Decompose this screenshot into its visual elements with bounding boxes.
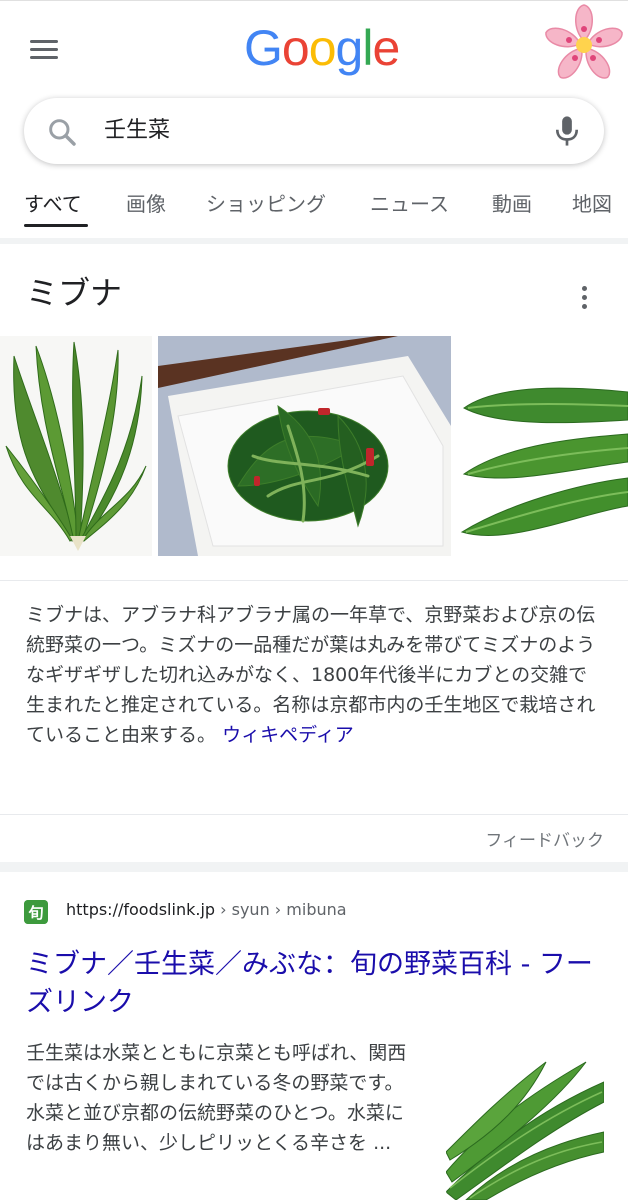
tab-videos[interactable]: 動画 — [492, 188, 532, 217]
svg-text:旬: 旬 — [27, 904, 43, 922]
section-separator — [0, 862, 628, 872]
microphone-icon[interactable] — [552, 114, 582, 148]
foodslink-favicon: 旬 — [24, 900, 48, 924]
divider — [0, 580, 628, 581]
tab-all[interactable]: すべて — [24, 188, 82, 217]
mibuna-dish-photo[interactable] — [158, 336, 451, 556]
mibuna-leaves-photo[interactable] — [458, 336, 628, 556]
knowledge-panel-description: ミブナは、アブラナ科アブラナ属の一年草で、京野菜および京の伝統野菜の一つ。ミズナ… — [26, 600, 606, 750]
result-snippet: 壬生菜は水菜とともに京菜とも呼ばれ、関西では古くから親しまれている冬の野菜です。… — [26, 1042, 407, 1154]
cherry-blossom-avatar[interactable] — [538, 3, 628, 89]
google-logo[interactable]: Google — [244, 19, 400, 77]
wikipedia-link[interactable]: ウィキペディア — [222, 724, 354, 746]
tab-shopping[interactable]: ショッピング — [206, 188, 326, 217]
mibuna-bunch-photo[interactable] — [0, 336, 152, 556]
divider — [0, 814, 628, 815]
tab-maps[interactable]: 地図 — [572, 188, 612, 217]
search-icon[interactable] — [46, 116, 78, 148]
result-domain: https://foodslink.jp — [66, 900, 216, 919]
active-tab-indicator — [24, 224, 88, 227]
divider — [0, 238, 628, 244]
result-title-link[interactable]: ミブナ／壬生菜／みぶな：旬の野菜百科 - フーズリンク — [26, 946, 606, 1022]
result-breadcrumbs: › syun › mibuna — [220, 900, 347, 919]
search-input[interactable]: 壬生菜 — [104, 98, 170, 164]
more-options-icon[interactable] — [574, 286, 594, 310]
knowledge-panel-title: ミブナ — [26, 274, 123, 312]
image-carousel — [0, 336, 628, 556]
feedback-link[interactable]: フィードバック — [485, 826, 604, 851]
search-tabs: すべて 画像 ショッピング ニュース 動画 地図 — [0, 180, 628, 228]
hamburger-menu-icon[interactable] — [28, 37, 62, 63]
result-url[interactable]: https://foodslink.jp › syun › mibuna — [66, 900, 347, 919]
tab-images[interactable]: 画像 — [126, 188, 166, 217]
result-thumbnail[interactable] — [446, 1042, 604, 1200]
search-box[interactable]: 壬生菜 — [24, 98, 604, 164]
tab-news[interactable]: ニュース — [370, 188, 449, 217]
top-bar: Google — [0, 0, 628, 96]
